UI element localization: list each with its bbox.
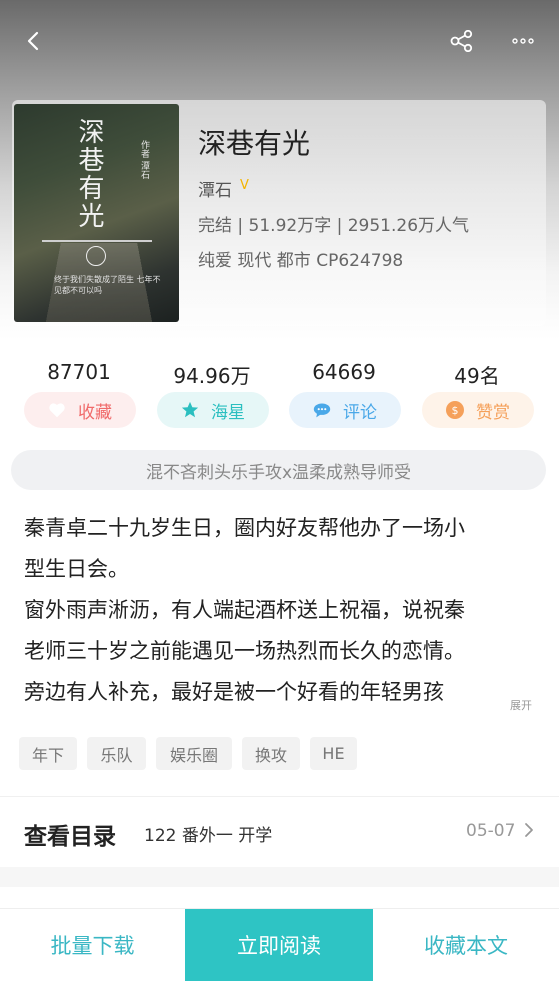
toc-title: 查看目录 <box>24 824 116 850</box>
back-arrow-icon[interactable] <box>18 26 48 56</box>
book-description[interactable]: 秦青卓二十九岁生日，圈内好友帮他办了一场小 型生日会。 窗外雨声淅沥，有人端起酒… <box>24 508 534 713</box>
collect-book-button[interactable]: 收藏本文 <box>373 909 559 981</box>
tag-chip[interactable]: 娱乐圈 <box>156 737 232 770</box>
tag-chip[interactable]: 年下 <box>19 737 77 770</box>
comment-label: 评论 <box>343 402 377 423</box>
collect-label: 收藏 <box>78 402 112 423</box>
starfish-button[interactable]: 海星 <box>157 392 269 428</box>
batch-download-button[interactable]: 批量下载 <box>0 909 185 981</box>
tag-chip[interactable]: 乐队 <box>87 737 146 770</box>
starfish-label: 海星 <box>211 402 245 423</box>
stat-comment-count: 64669 <box>289 360 399 384</box>
book-category-line: 纯爱 现代 都市 CP624798 <box>198 251 404 271</box>
reward-button[interactable]: $ 赞赏 <box>422 392 534 428</box>
description-line: 型生日会。 <box>24 557 129 581</box>
read-now-button[interactable]: 立即阅读 <box>185 909 373 981</box>
summary-banner: 混不吝刺头乐手攻x温柔成熟导师受 <box>11 450 546 490</box>
pause-icon <box>86 246 106 266</box>
more-dots-icon[interactable] <box>506 26 540 56</box>
stat-starfish-count: 94.96万 <box>157 360 267 389</box>
top-bar <box>0 0 559 80</box>
expand-link[interactable]: 展开 <box>510 697 532 713</box>
cover-caption: 终于我们失散成了陌生 七年不见都不可以吗 <box>54 275 161 295</box>
book-meta: 完结 | 51.92万字 | 2951.26万人气 <box>198 216 470 236</box>
tag-chip[interactable]: 换攻 <box>242 737 300 770</box>
book-title: 深巷有光 <box>198 127 311 160</box>
author-name[interactable]: 潭石 <box>198 176 232 201</box>
description-line: 旁边有人补充，最好是被一个好看的年轻男孩 <box>24 680 444 704</box>
section-separator <box>0 867 559 887</box>
description-line: 窗外雨声淅沥，有人端起酒杯送上祝福，说祝秦 <box>24 598 465 622</box>
book-cover[interactable]: 深巷有光 作者 潭石 终于我们失散成了陌生 七年不见都不可以吗 <box>14 104 179 322</box>
collect-button[interactable]: 收藏 <box>24 392 136 428</box>
stat-number: 94.96万 <box>173 364 251 388</box>
coin-icon: $ <box>446 401 464 419</box>
cover-author: 作者 潭石 <box>139 140 149 179</box>
stat-number: 64669 <box>312 360 376 384</box>
comment-icon <box>313 401 331 419</box>
stat-number: 87701 <box>47 360 111 384</box>
stat-rank: 49名 <box>422 360 532 389</box>
stat-number: 49名 <box>454 364 500 388</box>
table-of-contents-row[interactable]: 查看目录 122 番外一 开学 05-07 <box>0 797 559 867</box>
cover-title: 深巷有光 <box>74 118 104 230</box>
chevron-right-icon <box>524 821 542 841</box>
cover-progress-bar <box>42 240 152 242</box>
description-line: 老师三十岁之前能遇见一场热烈而长久的恋情。 <box>24 639 465 663</box>
heart-icon <box>48 401 66 419</box>
share-icon[interactable] <box>446 26 478 56</box>
latest-chapter: 122 番外一 开学 <box>144 826 273 846</box>
reward-label: 赞赏 <box>476 402 510 423</box>
description-line: 秦青卓二十九岁生日，圈内好友帮他办了一场小 <box>24 516 465 540</box>
comment-button[interactable]: 评论 <box>289 392 401 428</box>
latest-update-date: 05-07 <box>466 821 516 841</box>
star-icon <box>181 401 199 419</box>
stat-collect-count: 87701 <box>24 360 134 384</box>
bottom-action-bar: 批量下载 立即阅读 收藏本文 <box>0 908 559 981</box>
cover-player-graphic <box>24 236 169 266</box>
tag-chip[interactable]: HE <box>310 737 357 770</box>
vip-badge-icon: V <box>240 178 249 193</box>
